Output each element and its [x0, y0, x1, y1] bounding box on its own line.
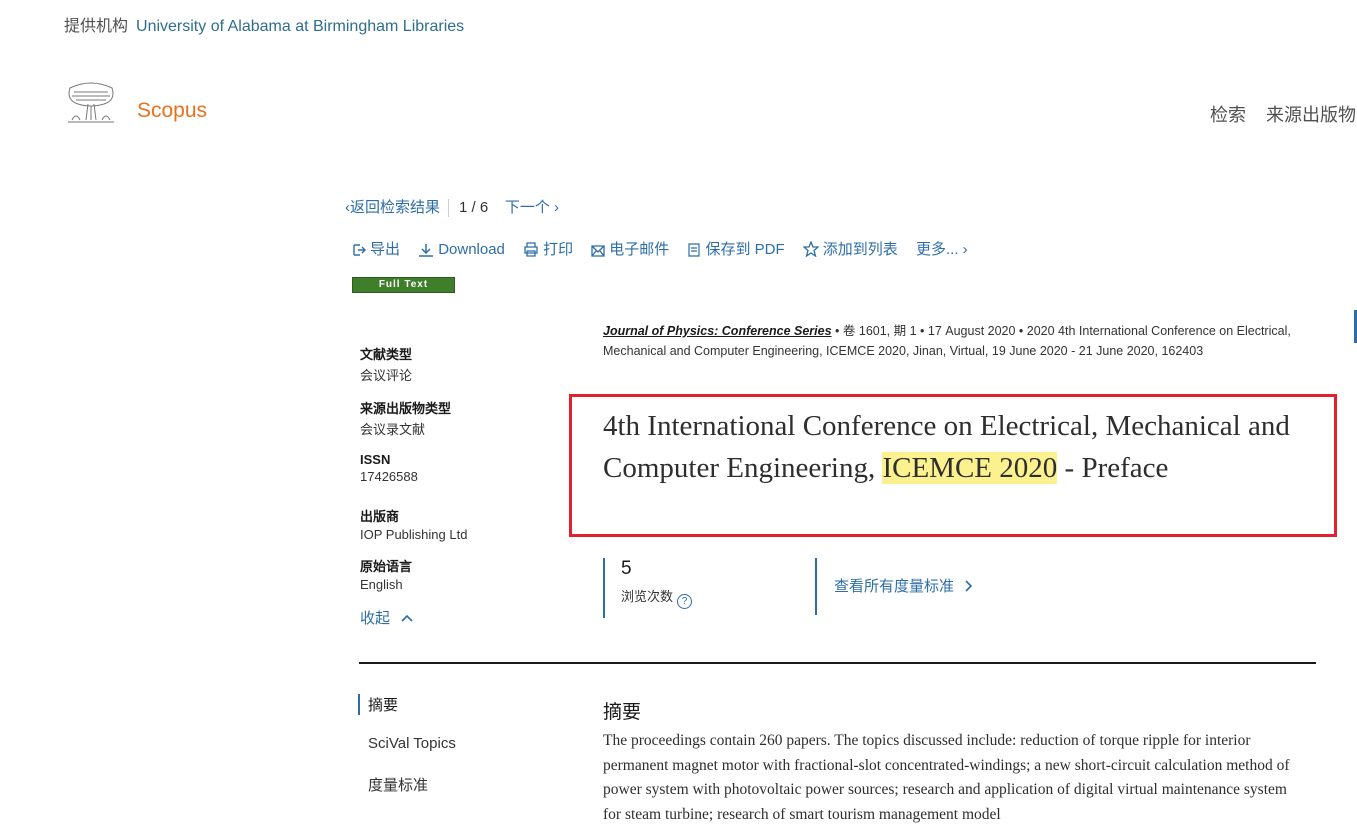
source-type-value: 会议录文献	[360, 422, 426, 437]
elsevier-tree-logo[interactable]	[64, 80, 118, 128]
doc-type-value: 会议评论	[360, 368, 413, 383]
export-button[interactable]: 导出	[352, 241, 400, 258]
annotation-box	[569, 394, 1337, 537]
star-icon	[802, 240, 820, 258]
source-type-key: 来源出版物类型	[360, 401, 452, 416]
download-button[interactable]: Download	[418, 241, 505, 258]
provider-line: 提供机构 University of Alabama at Birmingham …	[64, 12, 464, 36]
provider-label: 提供机构	[64, 18, 129, 35]
email-icon	[591, 245, 605, 257]
print-icon	[524, 242, 538, 257]
language-key: 原始语言	[360, 559, 413, 574]
nav-abstract[interactable]: 摘要	[358, 694, 456, 715]
email-button[interactable]: 电子邮件	[591, 241, 669, 258]
save-pdf-button[interactable]: 保存到 PDF	[687, 241, 785, 258]
download-icon	[419, 244, 434, 257]
all-metrics-link[interactable]: 查看所有度量标准	[815, 558, 974, 615]
section-nav: 摘要 SciVal Topics 度量标准	[358, 694, 456, 817]
result-nav-bar: ‹返回检索结果 1 / 6 下一个 ›	[345, 196, 559, 218]
scopus-brand[interactable]: Scopus	[137, 99, 207, 123]
language-field: 原始语言 English	[360, 556, 560, 592]
publisher-value: IOP Publishing Ltd	[360, 527, 468, 542]
nav-metrics[interactable]: 度量标准	[358, 774, 456, 795]
source-info: Journal of Physics: Conference Series • …	[603, 321, 1313, 361]
top-nav: 检索 来源出版物	[1210, 101, 1357, 127]
next-result-link[interactable]: 下一个 ›	[505, 199, 559, 216]
nav-scival-topics[interactable]: SciVal Topics	[358, 735, 456, 752]
issn-field: ISSN 17426588	[360, 452, 560, 484]
back-to-results-link[interactable]: ‹返回检索结果	[345, 199, 440, 216]
provider-institution[interactable]: University of Alabama at Birmingham Libr…	[136, 18, 464, 35]
right-panel-edge	[1338, 195, 1357, 360]
doc-type-key: 文献类型	[360, 347, 413, 362]
full-text-badge[interactable]: Full Text	[352, 277, 455, 293]
views-count: 5	[621, 558, 632, 579]
divider	[448, 199, 450, 218]
print-button[interactable]: 打印	[523, 241, 573, 258]
chevron-right-icon	[965, 580, 973, 592]
export-icon	[353, 244, 366, 256]
abstract-text: The proceedings contain 260 papers. The …	[603, 732, 1290, 823]
more-menu-button[interactable]: 更多... ›	[916, 241, 968, 258]
doc-type-field: 文献类型 会议评论	[360, 344, 560, 384]
collapse-metadata-button[interactable]: 收起	[360, 607, 414, 628]
views-metric: 5 浏览次数?	[603, 558, 693, 618]
issn-value: 17426588	[360, 469, 418, 484]
publisher-key: 出版商	[360, 509, 400, 524]
language-value: English	[360, 577, 403, 592]
issn-key: ISSN	[360, 452, 391, 467]
document-toolbar: 导出 Download 打印 电子邮件 保存到 PDF 添加到列表 更多... …	[352, 238, 982, 259]
nav-sources[interactable]: 来源出版物	[1266, 105, 1356, 125]
views-label: 浏览次数?	[621, 586, 693, 609]
journal-link[interactable]: Journal of Physics: Conference Series	[603, 324, 832, 338]
source-type-field: 来源出版物类型 会议录文献	[360, 398, 560, 438]
publisher-field: 出版商 IOP Publishing Ltd	[360, 506, 560, 542]
help-icon[interactable]: ?	[677, 594, 693, 609]
section-divider	[359, 662, 1316, 664]
abstract-heading: 摘要	[603, 702, 642, 723]
result-position: 1 / 6	[459, 199, 489, 216]
add-to-list-button[interactable]: 添加到列表	[802, 240, 898, 258]
nav-search[interactable]: 检索	[1210, 105, 1246, 125]
pdf-icon	[688, 243, 701, 257]
chevron-up-icon	[401, 614, 413, 622]
